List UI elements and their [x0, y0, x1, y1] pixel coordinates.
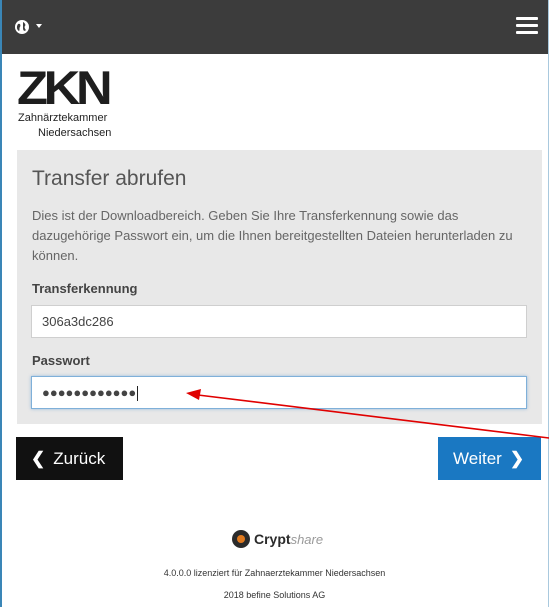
password-label: Passwort [32, 353, 90, 368]
back-button[interactable]: ❮ Zurück [16, 437, 123, 480]
next-button-label: Weiter [453, 448, 502, 468]
chevron-down-icon[interactable] [36, 24, 42, 28]
copyright-text: 2018 befine Solutions AG [223, 590, 326, 600]
logo-wordmark: ZKN [17, 61, 113, 114]
zkn-logo: ZKN Zahnärztekammer Niedersachsen [17, 64, 127, 147]
transfer-id-input[interactable]: 306a3dc286 [31, 305, 527, 338]
password-input[interactable]: ●●●●●●●●●●●● [31, 376, 527, 409]
panel-description: Dies ist der Downloadbereich. Geben Sie … [32, 208, 513, 263]
top-navbar [2, 0, 548, 54]
panel-title: Transfer abrufen [32, 167, 187, 190]
text-cursor [137, 386, 139, 402]
transfer-id-label: Transferkennung [32, 281, 138, 296]
license-text: 4.0.0.0 lizenziert für Zahnaerztekammer … [163, 568, 386, 578]
hamburger-icon[interactable] [516, 17, 538, 35]
chevron-right-icon: ❯ [509, 448, 525, 468]
next-button[interactable]: Weiter ❯ [438, 437, 541, 480]
brand-share: share [290, 531, 324, 547]
password-value: ●●●●●●●●●●●● [42, 385, 137, 400]
cryptshare-logo: Crypt share [232, 529, 323, 549]
back-button-label: Zurück [53, 448, 106, 468]
transfer-panel: Transfer abrufen Dies ist der Downloadbe… [17, 150, 542, 424]
globe-icon[interactable] [14, 19, 30, 35]
cryptshare-icon [232, 530, 250, 548]
chevron-left-icon: ❮ [31, 448, 46, 468]
brand-crypt: Crypt [254, 531, 291, 547]
logo-line2: Niedersachsen [38, 127, 112, 139]
logo-line1: Zahnärztekammer [18, 112, 108, 124]
